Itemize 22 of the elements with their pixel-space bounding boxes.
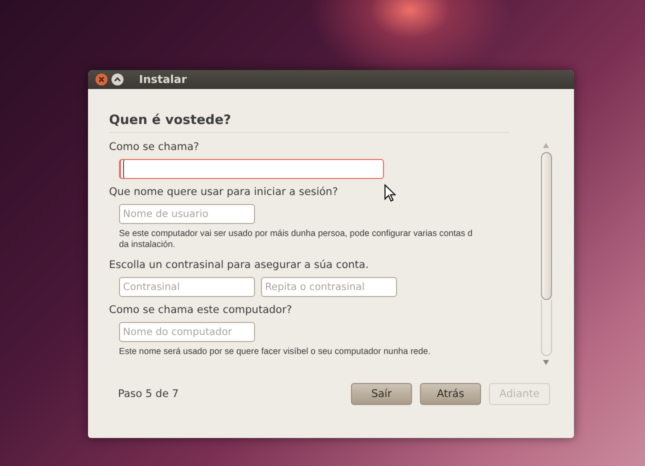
field-label: Que nome quere usar para iniciar a sesión? (109, 186, 338, 198)
field-label: Como se chama este computador? (109, 304, 292, 316)
mouse-pointer-icon (384, 184, 396, 202)
page-heading: Quen é vostede? (109, 113, 509, 133)
footer-button[interactable]: Atrás (420, 383, 481, 405)
scrollbar-thumb[interactable] (540, 152, 552, 300)
window-title: Instalar (139, 73, 187, 86)
field-label: Como se chama? (109, 141, 200, 153)
hint-text: Se este computador vai ser usado por máis dunha persoa, pode configurar varias contas d da instalación. (118, 228, 474, 250)
input-field[interactable]: Contrasinal (119, 277, 255, 297)
input-field[interactable]: Nome de usuario (119, 204, 255, 224)
maximize-icon[interactable] (111, 73, 124, 86)
step-indicator: Paso 5 de 7 (118, 388, 179, 400)
input-field[interactable]: Repita o contrasinal (261, 277, 397, 297)
scroll-down-icon[interactable] (543, 360, 549, 365)
input-field[interactable]: Nome do computador (119, 322, 255, 342)
hint-text: Este nome será usado por se quere facer visíbel o seu computador nunha rede. (118, 346, 432, 357)
close-icon[interactable] (95, 73, 108, 86)
field-label: Escolla un contrasinal para asegurar a súa conta. (109, 259, 369, 271)
footer-button[interactable]: Saír (351, 383, 412, 405)
input-field[interactable] (119, 159, 384, 179)
scroll-up-icon[interactable] (543, 143, 549, 148)
